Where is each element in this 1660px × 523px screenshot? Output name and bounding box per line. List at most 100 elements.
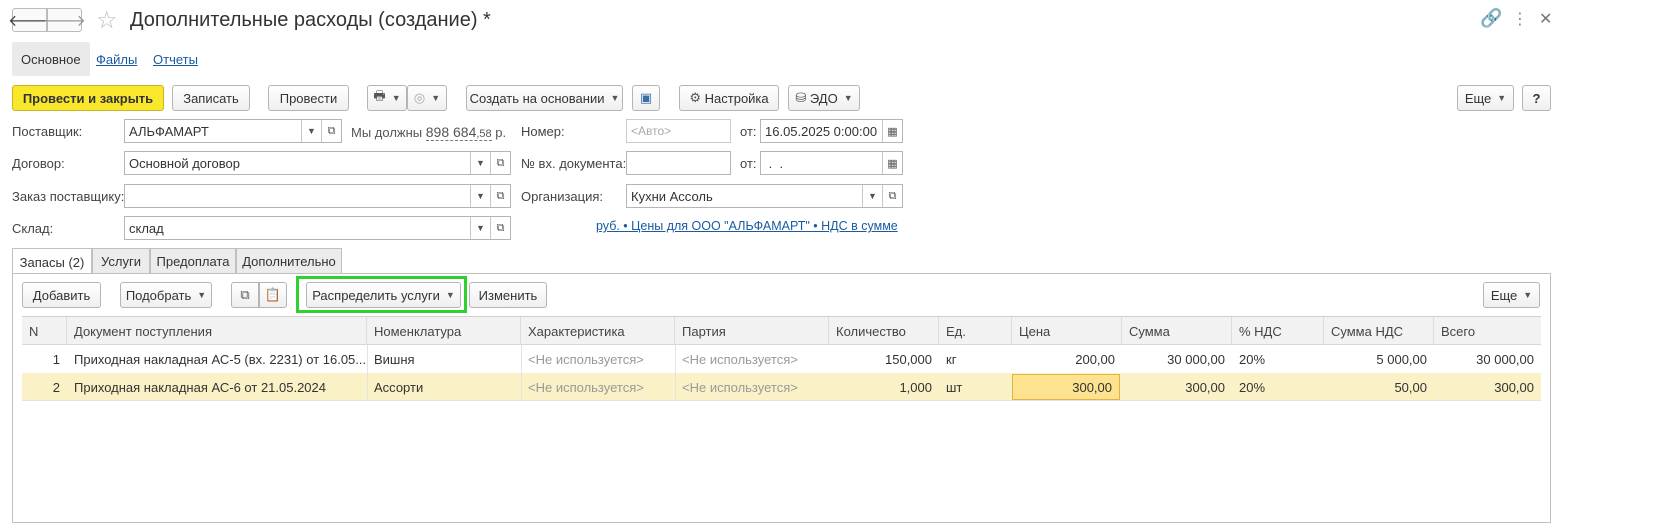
cell-characteristic[interactable]: <Не используется> [521, 345, 675, 373]
cell-batch[interactable]: <Не используется> [675, 373, 829, 401]
cell-batch[interactable]: <Не используется> [675, 345, 829, 373]
tab-prepayment[interactable]: Предоплата [150, 248, 236, 274]
cell-receipt-doc[interactable]: Приходная накладная АС-6 от 21.05.2024 [67, 373, 367, 401]
calendar-icon[interactable]: ▦ [882, 152, 902, 174]
more-button[interactable]: Еще ▼ [1457, 85, 1514, 111]
more-label: Еще [1464, 90, 1492, 106]
column-header[interactable]: N [22, 317, 67, 345]
chevron-down-icon[interactable]: ▼ [470, 185, 490, 207]
table-row[interactable]: 2 Приходная накладная АС-6 от 21.05.2024… [22, 373, 1541, 401]
column-header[interactable]: Сумма НДС [1324, 317, 1434, 345]
add-button[interactable]: Добавить [22, 282, 101, 308]
structure-button[interactable]: ▣ [632, 85, 660, 111]
cell-receipt-doc[interactable]: Приходная накладная АС-5 (вх. 2231) от 1… [67, 345, 367, 373]
column-header[interactable]: Всего [1434, 317, 1541, 345]
organization-field[interactable]: Кухни Ассоль ▼ ⧉ [626, 184, 903, 208]
forward-button[interactable]: 🡒 [43, 8, 86, 32]
order-field[interactable]: ▼ ⧉ [124, 184, 511, 208]
column-header[interactable]: Ед. [939, 317, 1012, 345]
open-icon[interactable]: ⧉ [882, 185, 902, 207]
open-icon[interactable]: ⧉ [490, 217, 510, 239]
print-button[interactable]: 🖶 ▼ [367, 85, 407, 111]
cell-unit[interactable]: кг [939, 345, 1012, 373]
pick-button[interactable]: Подобрать ▼ [120, 282, 212, 308]
cell-total[interactable]: 300,00 [1434, 373, 1541, 401]
row-number: 2 [52, 379, 60, 395]
chevron-down-icon[interactable]: ▼ [470, 217, 490, 239]
column-header[interactable]: Сумма [1122, 317, 1232, 345]
column-header[interactable]: Партия [675, 317, 829, 345]
cell-sum[interactable]: 300,00 [1122, 373, 1232, 401]
column-header[interactable]: Документ поступления [67, 317, 367, 345]
cell-nomenclature[interactable]: Вишня [367, 345, 521, 373]
arrow-right-icon: 🡒 [43, 12, 86, 30]
incoming-doc-field[interactable] [626, 151, 731, 175]
cell-vat-rate[interactable]: 20% [1232, 373, 1324, 401]
link-icon[interactable]: 🔗 [1480, 8, 1502, 29]
save-button[interactable]: Записать [172, 85, 250, 111]
post-button[interactable]: Провести [268, 85, 349, 111]
table-row[interactable]: 1 Приходная накладная АС-5 (вх. 2231) от… [22, 345, 1541, 373]
cell-price[interactable]: 200,00 [1012, 345, 1122, 373]
cell-vat-rate[interactable]: 20% [1232, 345, 1324, 373]
chevron-down-icon: ▼ [445, 290, 455, 300]
calendar-icon[interactable]: ▦ [882, 120, 902, 142]
close-icon[interactable]: ✕ [1539, 9, 1552, 29]
date-field[interactable]: 16.05.2025 0:00:00 ▦ [760, 119, 903, 143]
copy-icon: ⧉ [240, 287, 250, 302]
cell-quantity[interactable]: 1,000 [829, 373, 939, 401]
debt-text: Мы должны [351, 125, 423, 140]
open-icon[interactable]: ⧉ [490, 152, 510, 174]
help-button[interactable]: ? [1522, 85, 1551, 111]
open-icon[interactable]: ⧉ [490, 185, 510, 207]
supplier-field[interactable]: АЛЬФАМАРТ ▼ ⧉ [124, 119, 342, 143]
section-tab-reports[interactable]: Отчеты [144, 42, 207, 76]
open-icon[interactable]: ⧉ [321, 120, 341, 142]
back-button[interactable]: 🡐 [8, 8, 51, 32]
settings-button[interactable]: ⚙ Настройка [679, 85, 779, 111]
create-based-on-button[interactable]: Создать на основании ▼ [466, 85, 623, 111]
cell-total[interactable]: 30 000,00 [1434, 345, 1541, 373]
cell-vat-sum[interactable]: 5 000,00 [1324, 345, 1434, 373]
send-button[interactable]: ◎ ▼ [407, 85, 447, 111]
tab-inventory[interactable]: Запасы (2) [12, 248, 92, 275]
section-tab-files[interactable]: Файлы [87, 42, 146, 76]
cell-price-current[interactable]: 300,00 [1012, 374, 1120, 400]
edo-button[interactable]: ⛁ ЭДО ▼ [788, 85, 860, 111]
chevron-down-icon[interactable]: ▼ [301, 120, 321, 142]
incoming-date-field[interactable]: . . ▦ [760, 151, 903, 175]
debt-amount[interactable]: 898 684,58 [425, 124, 492, 141]
supplier-value: АЛЬФАМАРТ [129, 123, 209, 139]
distribute-services-button[interactable]: Распределить услуги ▼ [306, 282, 461, 308]
chevron-down-icon[interactable]: ▼ [470, 152, 490, 174]
copy-button[interactable]: ⧉ [231, 282, 259, 308]
column-header[interactable]: Цена [1012, 317, 1122, 345]
cell-characteristic[interactable]: <Не используется> [521, 373, 675, 401]
cell-nomenclature[interactable]: Ассорти [367, 373, 521, 401]
table-more-button[interactable]: Еще ▼ [1483, 282, 1540, 308]
email-icon: ◎ [413, 90, 426, 105]
warehouse-field[interactable]: склад ▼ ⧉ [124, 216, 511, 240]
column-header[interactable]: Характеристика [521, 317, 675, 345]
post-and-close-button[interactable]: Провести и закрыть [12, 85, 164, 111]
paste-button[interactable]: 📋 [259, 282, 287, 308]
cell-unit[interactable]: шт [939, 373, 1012, 401]
column-header[interactable]: Номенклатура [367, 317, 521, 345]
change-button[interactable]: Изменить [469, 282, 547, 308]
cell-vat-sum[interactable]: 50,00 [1324, 373, 1434, 401]
star-icon[interactable]: ☆ [96, 6, 118, 35]
column-header[interactable]: % НДС [1232, 317, 1324, 345]
price-settings-link[interactable]: руб. • Цены для ООО "АЛЬФАМАРТ" • НДС в … [596, 219, 898, 233]
contract-field[interactable]: Основной договор ▼ ⧉ [124, 151, 511, 175]
column-divider [521, 345, 522, 401]
column-header[interactable]: Количество [829, 317, 939, 345]
chevron-down-icon: ▼ [391, 93, 401, 103]
tab-additional[interactable]: Дополнительно [236, 248, 342, 274]
tab-services[interactable]: Услуги [92, 248, 150, 274]
more-vertical-icon[interactable]: ⋮ [1512, 9, 1528, 29]
number-field[interactable]: <Авто> [626, 119, 731, 143]
chevron-down-icon[interactable]: ▼ [862, 185, 882, 207]
cell-quantity[interactable]: 150,000 [829, 345, 939, 373]
section-tab-main[interactable]: Основное [12, 42, 90, 76]
cell-sum[interactable]: 30 000,00 [1122, 345, 1232, 373]
